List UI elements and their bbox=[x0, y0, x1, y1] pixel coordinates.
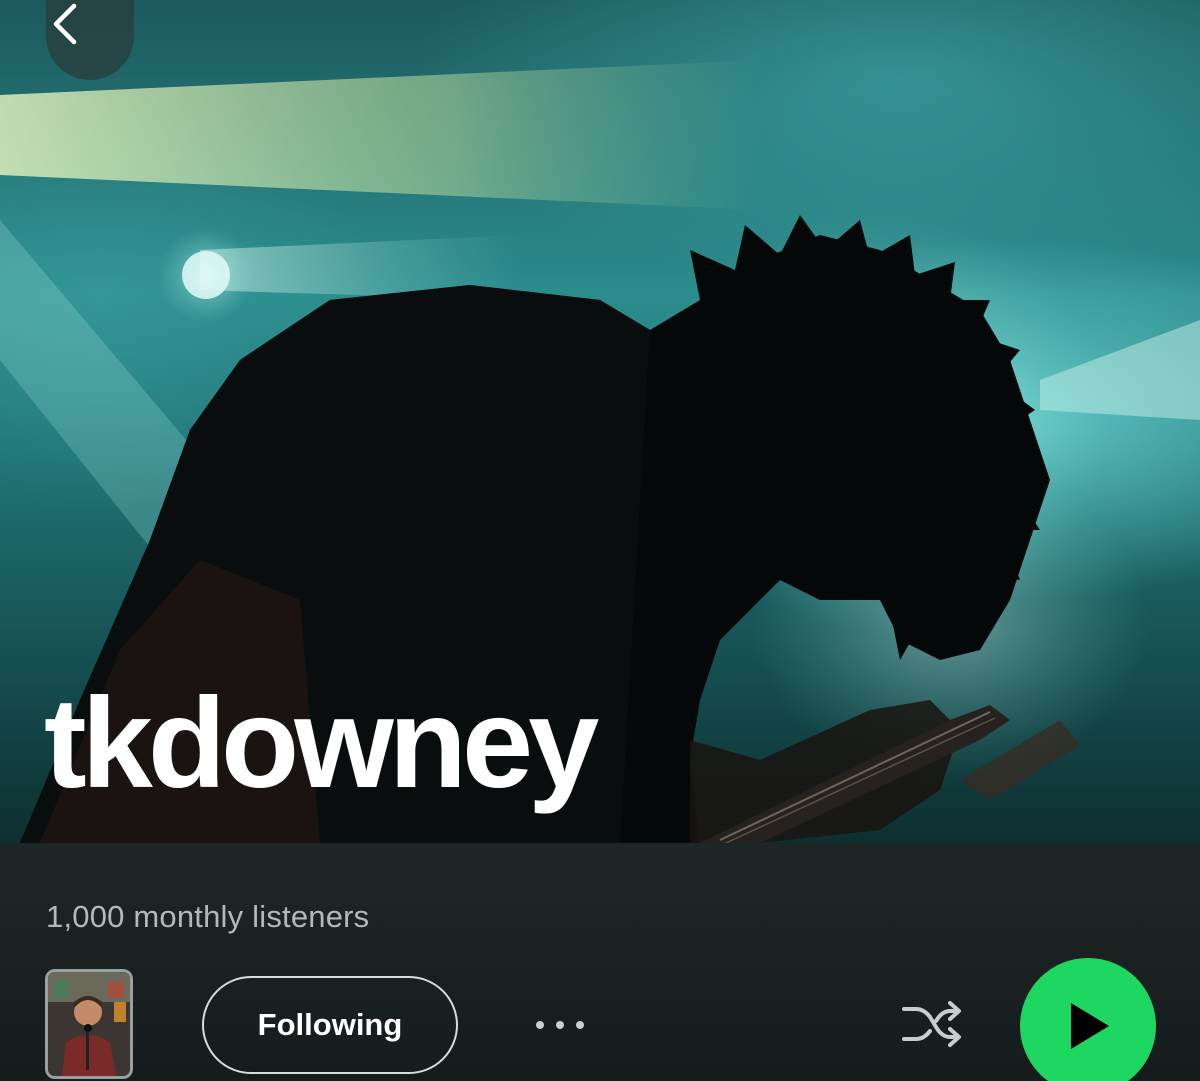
artist-thumbnail-image bbox=[48, 972, 130, 1076]
following-button-label: Following bbox=[257, 1007, 403, 1042]
artist-page: tkdowney 1,000 monthly listeners Followi… bbox=[0, 0, 1200, 1081]
shuffle-button[interactable] bbox=[892, 989, 972, 1061]
artist-hero-image: tkdowney bbox=[0, 0, 1200, 843]
play-button[interactable] bbox=[1020, 958, 1156, 1081]
shuffle-icon bbox=[902, 1001, 961, 1047]
more-horizontal-icon bbox=[536, 1021, 584, 1029]
more-options-button[interactable] bbox=[522, 995, 598, 1055]
play-icon bbox=[1071, 1003, 1109, 1049]
artist-action-panel: 1,000 monthly listeners Following bbox=[0, 843, 1200, 1081]
artist-preview-thumbnail[interactable] bbox=[45, 969, 133, 1079]
monthly-listeners: 1,000 monthly listeners bbox=[46, 899, 370, 934]
following-button[interactable]: Following bbox=[202, 976, 458, 1074]
chevron-left-icon bbox=[53, 3, 77, 45]
artist-name: tkdowney bbox=[44, 672, 599, 815]
